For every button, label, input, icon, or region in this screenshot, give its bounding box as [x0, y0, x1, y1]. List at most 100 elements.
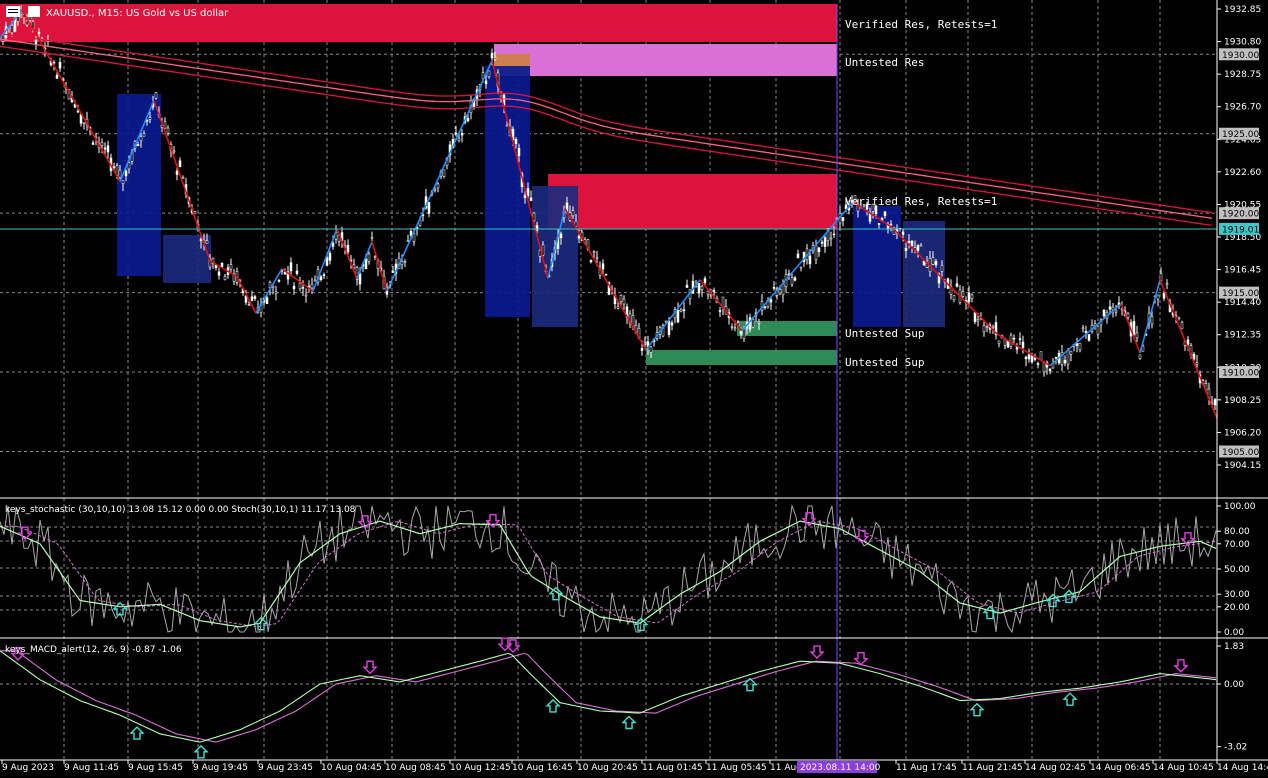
candle-body	[331, 242, 335, 247]
candle-body	[682, 309, 686, 312]
candle-body	[667, 320, 671, 335]
candle-body	[877, 223, 881, 225]
candle-body	[328, 253, 332, 261]
candle-body	[1180, 321, 1184, 330]
candle-body	[136, 144, 140, 147]
stoch-tick-label: 20.00	[1224, 603, 1250, 613]
candle-body	[700, 285, 704, 290]
candle-body	[304, 294, 308, 297]
candle-body	[295, 270, 299, 275]
candle-body	[25, 20, 29, 26]
candle-body	[931, 257, 935, 265]
candle-body	[739, 331, 743, 335]
candle-body	[1150, 316, 1154, 325]
candle-body	[976, 319, 980, 322]
candle-body	[91, 142, 95, 145]
candle-body	[1108, 306, 1112, 310]
candle-body	[505, 124, 509, 127]
symbol-list-icon[interactable]	[6, 6, 20, 17]
candle-body	[139, 136, 143, 141]
candle-body	[484, 80, 488, 85]
candle-body	[277, 280, 281, 282]
time-tick-label: 10 Aug 16:45	[512, 763, 573, 773]
candle-body	[370, 237, 374, 239]
candle-body	[823, 237, 827, 247]
untested-support-zone-2[interactable]	[646, 350, 837, 365]
candle-body	[223, 276, 227, 280]
candle-body	[1066, 349, 1070, 365]
verified-resistance-zone-2[interactable]	[548, 174, 837, 229]
candle-body	[1081, 327, 1085, 330]
candle-body	[973, 312, 977, 322]
candle-body	[799, 266, 803, 269]
candle-body	[28, 16, 32, 21]
macd-tick-label: 0.00	[1224, 680, 1244, 690]
time-tick-label: 10 Aug 20:45	[577, 763, 638, 773]
candle-body	[712, 290, 716, 292]
candle-body	[490, 52, 494, 59]
candle-body	[703, 278, 707, 283]
candle-body	[310, 283, 314, 289]
candle-body	[967, 292, 971, 302]
candle-body	[391, 271, 395, 273]
candle-body	[205, 240, 209, 244]
trading-chart[interactable]: Verified Res, Retests=1 Untested Res Ver…	[0, 0, 1268, 778]
candle-body	[229, 264, 233, 270]
candle-body	[433, 188, 437, 191]
candle-body	[952, 295, 956, 300]
candle-body	[154, 92, 158, 99]
candle-body	[577, 235, 581, 239]
price-level-label: 1905.00	[1222, 448, 1259, 458]
candle-body	[985, 326, 989, 328]
price-tick-label: 1926.70	[1224, 103, 1261, 113]
candle-body	[1192, 354, 1196, 360]
candle-body	[283, 271, 287, 275]
candle-body	[118, 170, 122, 178]
candle-body	[1132, 321, 1136, 335]
candle-body	[643, 340, 647, 343]
candle-body	[1048, 368, 1052, 372]
candle-body	[619, 295, 623, 302]
stoch-tick-label: 80.00	[1224, 527, 1250, 537]
candle-body	[1027, 354, 1031, 360]
candle-body	[322, 274, 326, 276]
candle-body	[1102, 309, 1106, 317]
untested-resistance-zone[interactable]	[494, 44, 837, 76]
candle-body	[769, 299, 773, 303]
chart-type-icon[interactable]	[28, 6, 40, 17]
candle-body	[997, 340, 1001, 344]
price-tick-label: 1916.45	[1224, 266, 1261, 276]
candle-body	[457, 138, 461, 141]
price-axis[interactable]: 1932.851930.801928.751926.701924.651922.…	[1217, 5, 1261, 471]
price-tick-label: 1922.60	[1224, 168, 1261, 178]
stoch-tick-label: 0.00	[1224, 628, 1244, 638]
macd-tick-label: 1.83	[1224, 642, 1244, 652]
candle-body	[514, 139, 518, 144]
price-tick-label: 1904.15	[1224, 461, 1261, 471]
candle-body	[346, 244, 350, 253]
price-level-label: 1930.00	[1222, 51, 1259, 61]
candle-body	[919, 244, 923, 247]
time-tick-label: 9 Aug 15:45	[128, 763, 183, 773]
candle-body	[829, 237, 833, 240]
candle-body	[358, 273, 362, 285]
candle-body	[916, 245, 920, 251]
candle-body	[10, 25, 14, 34]
time-tick-label: 10 Aug 12:45	[450, 763, 511, 773]
candle-body	[58, 61, 62, 69]
time-tick-label: 11 Aug 17:45	[896, 763, 957, 773]
candle-body	[367, 253, 371, 262]
candle-body	[121, 180, 125, 184]
time-tick-label: 14 Aug 06:45	[1090, 763, 1151, 773]
candle-body	[142, 133, 146, 137]
candle-body	[1114, 310, 1118, 313]
zone-label-untested-sup-1: Untested Sup	[845, 327, 924, 340]
candle-body	[595, 257, 599, 259]
stoch-tick-label: 100.00	[1224, 502, 1256, 512]
candle-body	[523, 195, 527, 198]
candle-body	[1165, 283, 1169, 286]
time-tick-label: 10 Aug 08:45	[385, 763, 446, 773]
candle-body	[790, 277, 794, 285]
chart-title: XAUUSD., M15: US Gold vs US dollar	[46, 8, 229, 19]
candle-body	[670, 322, 674, 326]
